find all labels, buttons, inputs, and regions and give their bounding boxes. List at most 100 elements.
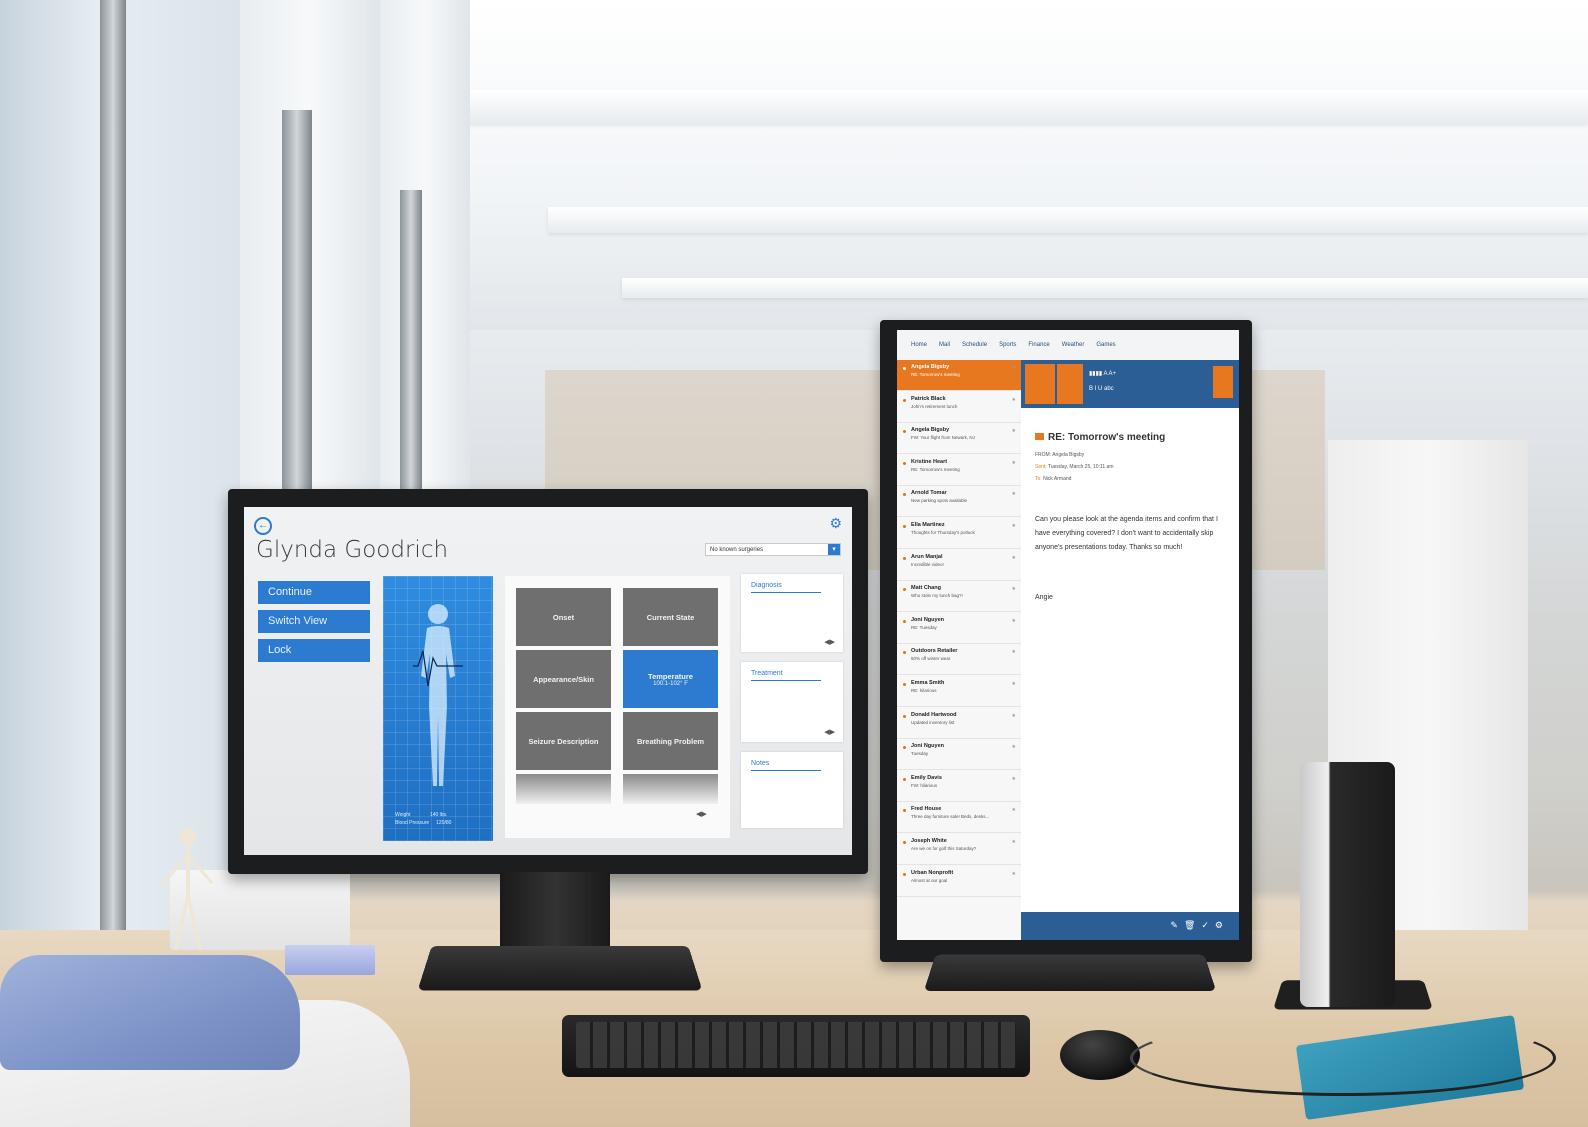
star-icon[interactable]: ★	[1012, 744, 1016, 750]
email-to: To: Nick Armand	[1035, 476, 1071, 482]
star-icon[interactable]: ★	[1012, 555, 1016, 561]
message-list-item[interactable]: Fred House Three day furniture sale! Beds…	[897, 802, 1021, 834]
message-list-item[interactable]: Ella Martinez Thoughts for Thursday's pot…	[897, 518, 1021, 549]
office-scene: ← ⚙ Glynda Goodrich No known surgeries ▾…	[0, 0, 1588, 1127]
message-list-item[interactable]: Angela Bigsby FW: Your flight from Newark…	[897, 423, 1021, 455]
tab-games[interactable]: Games	[1096, 342, 1115, 360]
tab-finance[interactable]: Finance	[1028, 342, 1049, 360]
star-icon[interactable]: ★	[1012, 618, 1016, 624]
message-list-item[interactable]: Kristine Heart RE: Tomorrow's meeting ★	[897, 455, 1021, 486]
body-diagram-panel[interactable]: Weight 140 lbs. Blood Pressure 120/80	[383, 576, 493, 841]
picture-icon[interactable]	[1213, 366, 1233, 398]
message-list-item[interactable]: Angela Bigsby RE: Tomorrow's meeting ★	[897, 360, 1021, 391]
message-list-item[interactable]: Arnold Tomar New parking spots available ★	[897, 486, 1021, 518]
email-to-value: Nick Armand	[1043, 476, 1072, 482]
star-icon[interactable]: ★	[1012, 649, 1016, 655]
star-icon[interactable]: ★	[1012, 428, 1016, 434]
message-list-item[interactable]: Outdoors Retailer 50% off winter wear ★	[897, 644, 1021, 676]
star-icon[interactable]: ★	[1012, 397, 1016, 403]
people-tool-button[interactable]	[1057, 364, 1083, 404]
gear-icon[interactable]: ⚙	[829, 515, 842, 532]
diagnosis-card[interactable]: Diagnosis ◀▶	[741, 574, 843, 652]
email-subject-text: RE: Tomorrow's meeting	[1048, 432, 1166, 443]
tile-seizure-description[interactable]: Seizure Description	[516, 712, 611, 770]
star-icon[interactable]: ★	[1012, 839, 1016, 845]
message-list-item[interactable]: Patrick Black John's retirement lunch ★	[897, 392, 1021, 423]
message-subject: Almost at our goal	[911, 877, 948, 883]
chart-tool-button[interactable]	[1025, 364, 1055, 404]
email-sent-value: Tuesday, March 25, 10:11 am	[1048, 464, 1114, 470]
pager-icon[interactable]: ◀▶	[824, 728, 835, 736]
notes-card[interactable]: Notes	[741, 752, 843, 828]
message-list-item[interactable]: Urban Nonprofit Almost at our goal ★	[897, 866, 1021, 897]
sticky-notes	[285, 945, 375, 975]
window-frame	[100, 0, 126, 990]
email-action-bar[interactable]: ✎🗑✓⚙	[1021, 912, 1239, 940]
star-icon[interactable]: ★	[1012, 586, 1016, 592]
message-subject: Thoughts for Thursday's potluck	[911, 530, 975, 535]
message-list-item[interactable]: Emma Smith RE: hilarious ★	[897, 676, 1021, 707]
email-sent-label: Sent:	[1035, 464, 1047, 470]
tile-current-state[interactable]: Current State	[623, 588, 718, 646]
message-list-item[interactable]: Emily Davis FW: hilarious ★	[897, 771, 1021, 802]
message-subject: RE: Tuesday	[911, 624, 937, 630]
tile-onset[interactable]: Onset	[516, 588, 611, 646]
continue-button[interactable]: Continue	[258, 581, 370, 604]
format-controls[interactable]: B I U abc	[1089, 386, 1114, 392]
message-list-item[interactable]: Matt Chang Who stole my lunch bag?! ★	[897, 581, 1021, 613]
tile-breathing-problem[interactable]: Breathing Problem	[623, 712, 718, 770]
tile-temperature-label: Temperature	[648, 671, 693, 681]
star-icon[interactable]: ★	[1012, 460, 1016, 466]
back-icon[interactable]: ←	[254, 517, 272, 535]
star-icon[interactable]: ★	[1012, 365, 1016, 371]
tab-mail[interactable]: Mail	[939, 342, 950, 360]
pager-icon[interactable]: ◀▶	[824, 638, 835, 646]
star-icon[interactable]: ★	[1012, 776, 1016, 782]
ceiling-light	[548, 207, 1588, 233]
unread-dot-icon	[903, 619, 906, 623]
font-size-controls[interactable]: ▮▮▮▮ A A+	[1089, 370, 1116, 377]
message-sender: Joni Nguyen	[911, 616, 945, 623]
tab-home[interactable]: Home	[911, 342, 927, 360]
message-list: Angela Bigsby RE: Tomorrow's meeting ★ Patr…	[897, 360, 1022, 940]
email-subject: RE: Tomorrow's meeting	[1035, 432, 1165, 443]
message-sender: Emma Smith	[911, 680, 945, 686]
message-subject: RE: hilarious	[911, 688, 937, 693]
left-monitor-base	[417, 945, 703, 991]
star-icon[interactable]: ★	[1012, 491, 1016, 497]
tab-weather[interactable]: Weather	[1062, 342, 1085, 360]
message-sender: Emily Davis	[911, 774, 942, 781]
tile-temperature[interactable]: Temperature 100.1-102° F	[623, 650, 718, 708]
bp-label: Blood Pressure	[395, 820, 430, 826]
star-icon[interactable]: ★	[1012, 871, 1016, 877]
email-to-label: To:	[1035, 476, 1042, 482]
message-list-item[interactable]: Joseph White Are we on for golf this Satu…	[897, 834, 1021, 865]
unread-dot-icon	[903, 493, 906, 497]
star-icon[interactable]: ★	[1012, 523, 1016, 529]
unread-dot-icon	[903, 746, 906, 750]
lock-button[interactable]: Lock	[258, 639, 370, 662]
message-list-item[interactable]: Joni Nguyen Tuesday ★	[897, 739, 1021, 771]
message-list-item[interactable]: Joni Nguyen RE: Tuesday ★	[897, 613, 1021, 644]
message-subject: RE: Tomorrow's meeting	[911, 372, 960, 377]
pager-icon[interactable]: ◀▶	[696, 810, 707, 818]
treatment-card[interactable]: Treatment ◀▶	[741, 662, 843, 742]
message-list-item[interactable]: Donald Hartwood Updated inventory list ★	[897, 708, 1021, 739]
message-list-item[interactable]: Arun Manjal Incredible video! ★	[897, 550, 1021, 581]
tab-schedule[interactable]: Schedule	[962, 342, 987, 360]
right-screen: Home Mail Schedule Sports Finance Weathe…	[897, 330, 1239, 940]
message-sender: Angela Bigsby	[911, 364, 950, 370]
unread-dot-icon	[903, 714, 906, 718]
message-sender: Arnold Tomar	[911, 490, 947, 497]
star-icon[interactable]: ★	[1012, 681, 1016, 687]
surgery-select[interactable]: No known surgeries ▾	[705, 543, 841, 556]
tab-sports[interactable]: Sports	[999, 342, 1016, 360]
skeleton-model	[160, 829, 214, 951]
switch-view-button[interactable]: Switch View	[258, 610, 370, 633]
mouse	[1060, 1030, 1140, 1080]
unread-dot-icon	[903, 461, 906, 465]
star-icon[interactable]: ★	[1012, 713, 1016, 719]
star-icon[interactable]: ★	[1012, 807, 1016, 813]
unread-dot-icon	[903, 588, 906, 592]
tile-appearance-skin[interactable]: Appearance/Skin	[516, 650, 611, 708]
